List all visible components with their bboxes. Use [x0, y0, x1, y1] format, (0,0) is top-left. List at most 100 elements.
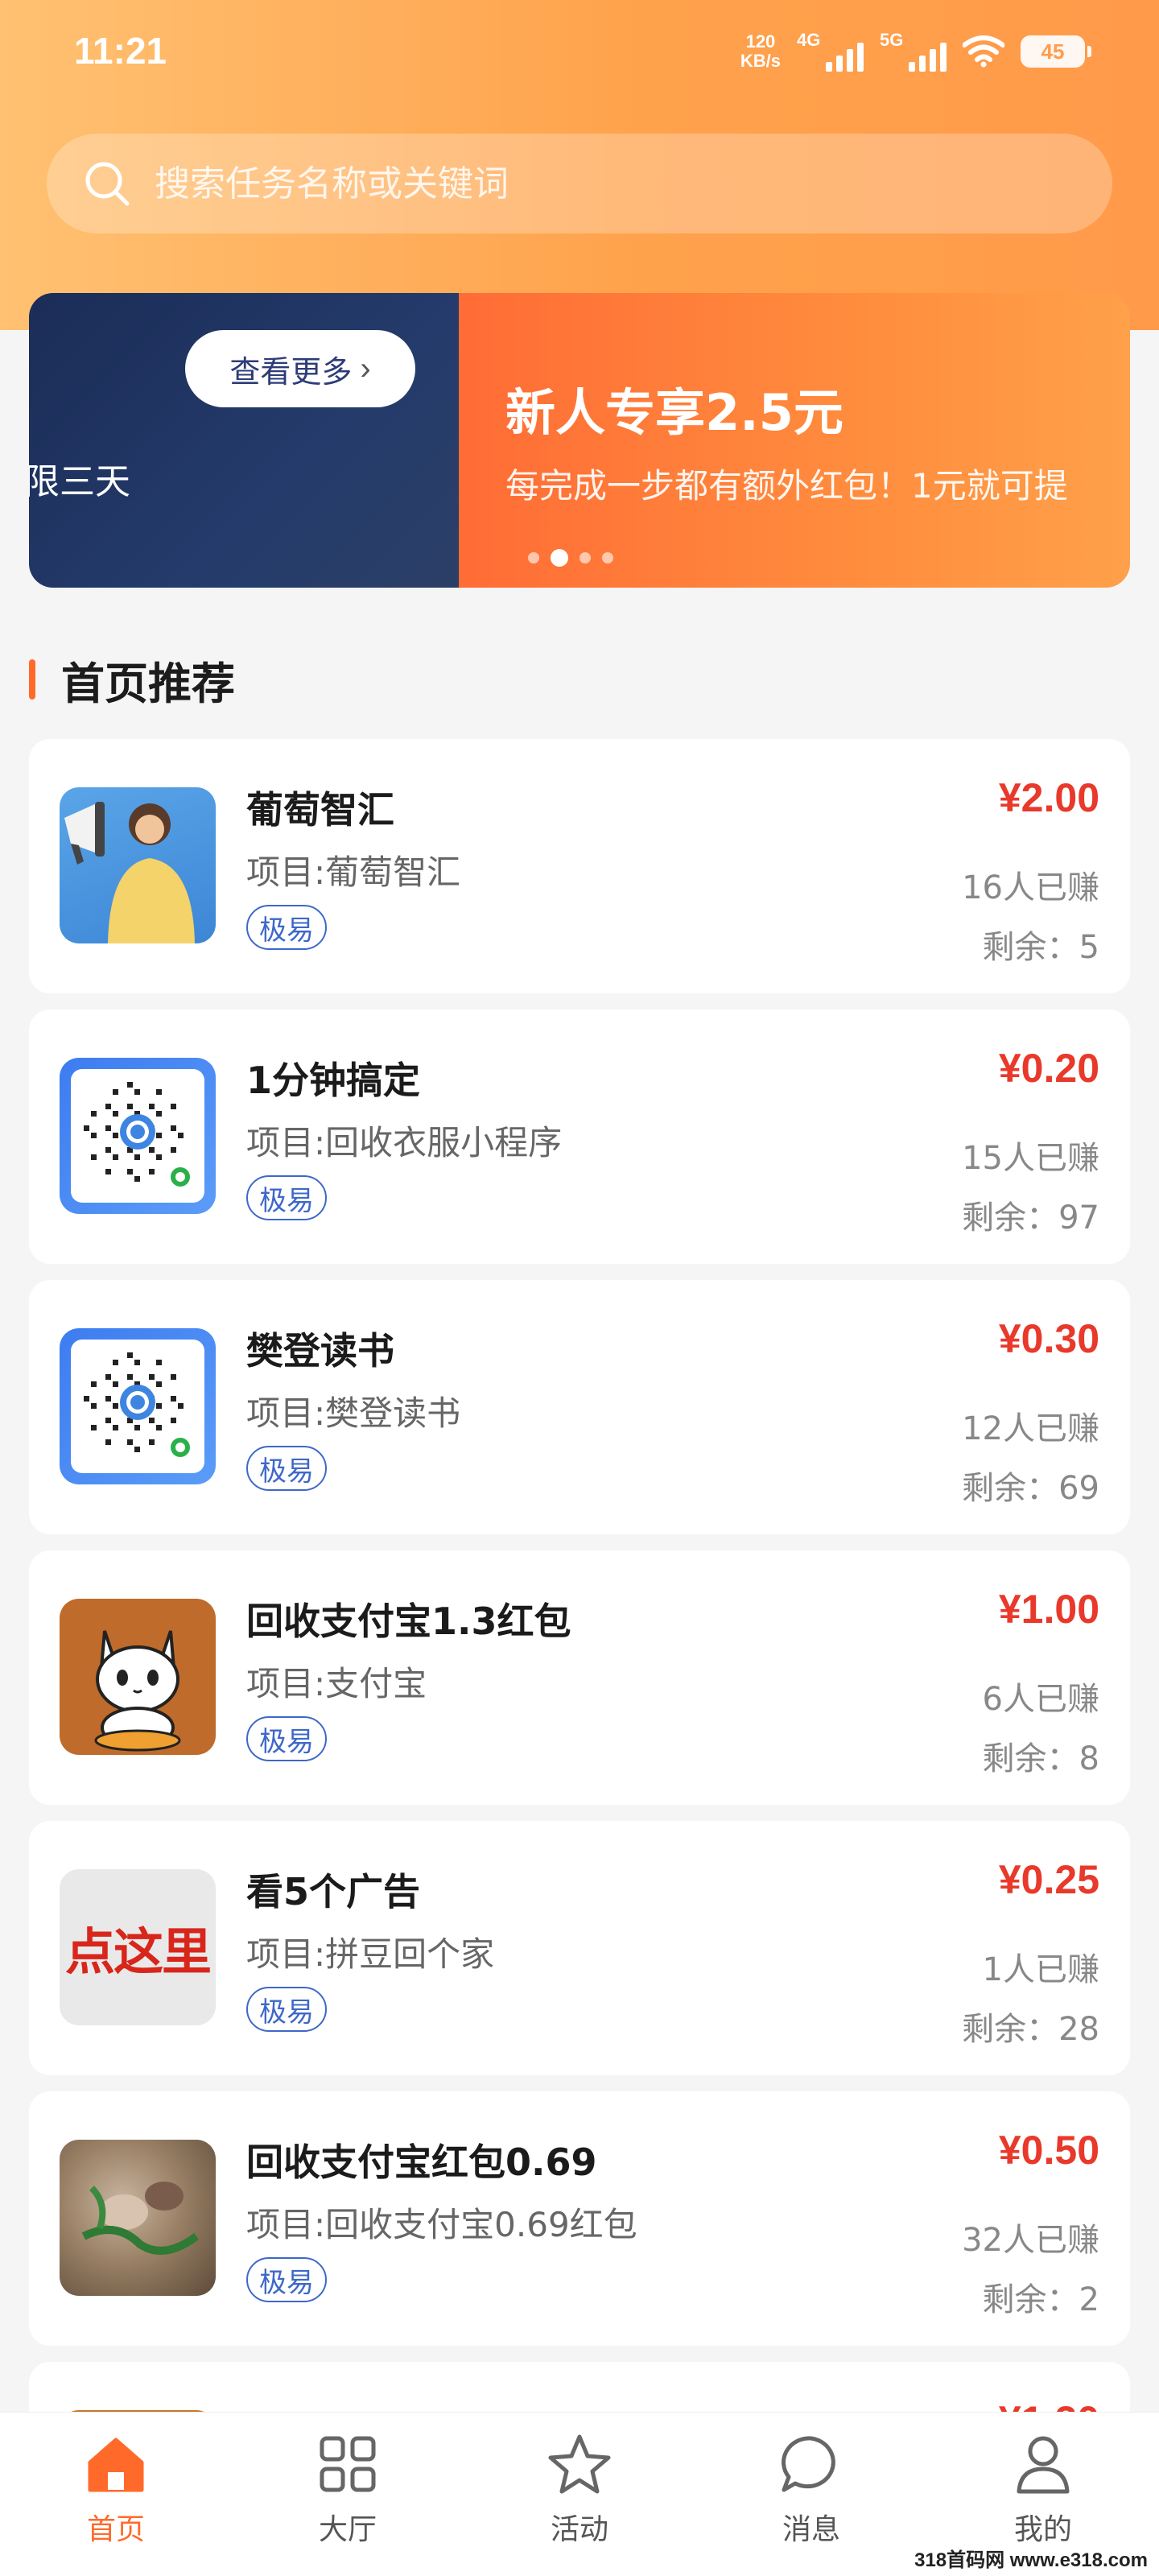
search-bar[interactable] — [47, 134, 1112, 233]
nav-label: 首页 — [86, 2513, 145, 2546]
carousel-dot[interactable] — [551, 549, 568, 567]
difficulty-badge: 极易 — [246, 905, 327, 950]
task-project: 项目:支付宝 — [246, 1664, 427, 1703]
task-remaining: 剩余：97 — [962, 1199, 1099, 1236]
wifi-icon — [963, 35, 1004, 68]
task-earned-count: 12人已赚 — [962, 1410, 1099, 1447]
qr-code-icon — [84, 1352, 190, 1457]
banner-slide-current[interactable]: 新人专享2.5元 每完成一步都有额外红包！1元就可提 — [459, 293, 1130, 588]
task-reward: ¥1.00 — [998, 1587, 1099, 1632]
task-thumbnail — [60, 1599, 216, 1755]
nav-item-star[interactable]: 活动 — [464, 2413, 695, 2576]
net-speed: 120 KB/s — [740, 32, 781, 71]
net-speed-unit: KB/s — [740, 51, 781, 71]
task-title: 回收支付宝红包0.69 — [246, 2140, 597, 2184]
task-title: 樊登读书 — [246, 1329, 394, 1373]
see-more-button[interactable]: 查看更多 › — [185, 330, 415, 407]
difficulty-badge: 极易 — [246, 1446, 327, 1491]
food-photo-icon — [81, 2182, 199, 2255]
task-remaining: 剩余：2 — [982, 2281, 1099, 2318]
signal-4g-icon: 4G — [797, 30, 864, 72]
promo-banner-carousel[interactable]: 查看更多 › 限三天 新人专享2.5元 每完成一步都有额外红包！1元就可提 — [29, 293, 1130, 588]
search-input[interactable] — [155, 163, 1040, 204]
task-project: 项目:回收支付宝0.69红包 — [246, 2205, 637, 2244]
task-project: 项目:樊登读书 — [246, 1393, 461, 1433]
task-card[interactable]: 1分钟搞定项目:回收衣服小程序极易 ¥0.20 15人已赚剩余：97 — [29, 1009, 1130, 1264]
status-time: 11:21 — [74, 30, 167, 72]
promo-title: 新人专享2.5元 — [505, 383, 843, 442]
home-icon — [88, 2438, 144, 2492]
carousel-dots — [528, 549, 613, 567]
task-remaining: 剩余：8 — [982, 1740, 1099, 1777]
task-card[interactable]: 回收支付宝红包0.69 项目:回收支付宝0.69红包 极易 ¥0.50 32人已赚 剩余：… — [29, 2091, 1130, 2346]
signal-5g-label: 5G — [880, 30, 904, 50]
nav-item-home[interactable]: 首页 — [0, 2413, 232, 2576]
task-title: 看5个广告 — [246, 1870, 421, 1913]
task-reward: ¥0.30 — [998, 1316, 1099, 1361]
task-reward: ¥0.20 — [998, 1046, 1099, 1091]
carousel-dot[interactable] — [528, 552, 539, 564]
difficulty-badge: 极易 — [246, 1175, 327, 1220]
task-card[interactable]: 葡萄智汇项目:葡萄智汇极易 ¥2.00 16人已赚剩余：5 — [29, 739, 1130, 993]
battery-icon: 45 — [1021, 35, 1091, 68]
task-earned-count: 16人已赚 — [962, 869, 1099, 906]
grid-icon — [320, 2436, 376, 2492]
thumbnail-text: 点这里 — [64, 1922, 212, 1981]
watermark: 318首码网 www.e318.com — [914, 2549, 1148, 2571]
star-icon — [548, 2434, 611, 2494]
chat-icon — [782, 2436, 835, 2492]
task-title: 回收支付宝1.3红包 — [246, 1600, 571, 1643]
status-indicators: 120 KB/s 4G 5G 45 — [740, 27, 1091, 76]
task-thumbnail: 点这里 — [60, 1869, 216, 2025]
task-remaining: 剩余：69 — [962, 1470, 1099, 1507]
task-earned-count: 15人已赚 — [962, 1140, 1099, 1177]
banner-left-text: 限三天 — [29, 461, 130, 502]
user-icon — [1017, 2436, 1070, 2494]
carousel-dot[interactable] — [602, 552, 613, 564]
signal-5g-icon: 5G — [880, 30, 947, 72]
chevron-right-icon: › — [360, 350, 371, 386]
difficulty-badge: 极易 — [246, 1716, 327, 1761]
section-accent-bar — [29, 659, 35, 700]
section-title: 首页推荐 — [61, 658, 235, 709]
task-project: 项目:葡萄智汇 — [246, 852, 461, 892]
megaphone-illustration-icon — [64, 802, 195, 943]
banner-slide-previous[interactable]: 查看更多 › 限三天 — [29, 293, 459, 588]
nav-label: 活动 — [550, 2513, 608, 2546]
task-remaining: 剩余：28 — [962, 2011, 1099, 2048]
nav-label: 大厅 — [318, 2513, 377, 2546]
task-earned-count: 1人已赚 — [982, 1951, 1099, 1988]
search-icon — [85, 162, 130, 206]
net-speed-value: 120 — [745, 31, 776, 52]
task-thumbnail — [60, 2140, 216, 2296]
nav-item-chat[interactable]: 消息 — [695, 2413, 927, 2576]
nav-label: 我的 — [1013, 2513, 1072, 2546]
task-title: 葡萄智汇 — [246, 788, 394, 832]
task-project: 项目:回收衣服小程序 — [246, 1123, 563, 1162]
promo-subtitle: 每完成一步都有额外红包！1元就可提 — [505, 466, 1068, 506]
carousel-dot[interactable] — [580, 552, 591, 564]
task-thumbnail — [60, 1058, 216, 1214]
task-card[interactable]: 樊登读书项目:樊登读书极易 ¥0.30 12人已赚剩余：69 — [29, 1280, 1130, 1534]
task-thumbnail — [60, 787, 216, 943]
task-reward: ¥2.00 — [998, 775, 1099, 820]
difficulty-badge: 极易 — [246, 1987, 327, 2032]
nav-label: 消息 — [782, 2513, 840, 2546]
task-title: 1分钟搞定 — [246, 1059, 421, 1102]
cat-illustration-icon — [94, 1630, 181, 1752]
task-remaining: 剩余：5 — [982, 929, 1099, 966]
task-reward: ¥0.50 — [998, 2128, 1099, 2173]
see-more-label: 查看更多 — [229, 355, 353, 390]
task-project: 项目:拼豆回个家 — [246, 1934, 495, 1974]
task-reward: ¥0.25 — [998, 1857, 1099, 1902]
task-earned-count: 32人已赚 — [962, 2222, 1099, 2259]
task-card[interactable]: 回收支付宝1.3红包项目:支付宝极易 ¥1.00 6人已赚剩余：8 — [29, 1550, 1130, 1805]
signal-4g-label: 4G — [797, 30, 821, 50]
task-earned-count: 6人已赚 — [982, 1681, 1099, 1718]
task-thumbnail — [60, 1328, 216, 1484]
task-card[interactable]: 点这里 看5个广告项目:拼豆回个家极易 ¥0.25 1人已赚剩余：28 — [29, 1821, 1130, 2075]
qr-code-icon — [84, 1082, 190, 1187]
nav-item-grid[interactable]: 大厅 — [232, 2413, 464, 2576]
status-bar: 11:21 120 KB/s 4G 5G 45 — [0, 0, 1159, 105]
section-header: 首页推荐 — [29, 650, 235, 709]
